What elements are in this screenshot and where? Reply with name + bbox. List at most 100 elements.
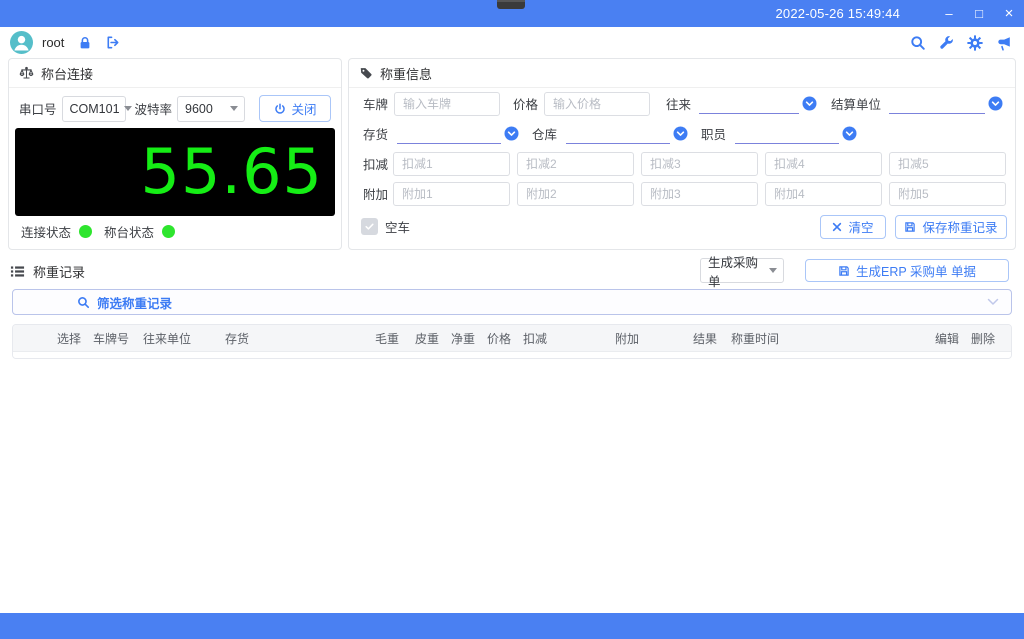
disconnect-button[interactable]: 关闭 bbox=[259, 95, 331, 122]
plate-label: 车牌 bbox=[363, 94, 388, 113]
username-label: root bbox=[42, 35, 64, 50]
addition-input-3[interactable] bbox=[641, 182, 758, 206]
serial-port-select[interactable]: COM101 bbox=[62, 96, 126, 122]
search-icon[interactable] bbox=[910, 35, 926, 51]
addition-label: 附加 bbox=[363, 184, 393, 203]
title-bar: 2022-05-26 15:49:44 – □ × bbox=[0, 0, 1024, 27]
checkmark-icon bbox=[364, 221, 375, 232]
filter-label: 筛选称重记录 bbox=[97, 293, 172, 312]
price-input[interactable] bbox=[544, 92, 650, 116]
contact-label: 往来 bbox=[666, 94, 691, 113]
wrench-icon[interactable] bbox=[939, 35, 954, 50]
clear-button-label: 清空 bbox=[848, 217, 873, 236]
close-button[interactable]: × bbox=[994, 0, 1024, 27]
user-toolbar: root bbox=[0, 27, 1024, 58]
records-table-header: 选择 车牌号 往来单位 存货 毛重 皮重 净重 价格 扣减 附加 结果 称重时间… bbox=[13, 325, 1011, 352]
save-button-label: 保存称重记录 bbox=[922, 217, 997, 236]
save-weigh-record-button[interactable]: 保存称重记录 bbox=[895, 215, 1007, 239]
chevron-down-circle-icon[interactable] bbox=[842, 126, 857, 141]
megaphone-icon[interactable] bbox=[996, 35, 1012, 51]
chevron-down-circle-icon[interactable] bbox=[988, 96, 1003, 111]
search-icon bbox=[77, 296, 90, 309]
tag-icon bbox=[359, 66, 373, 80]
order-type-value: 生成采购单 bbox=[708, 252, 765, 290]
save-icon bbox=[904, 221, 916, 233]
bottom-bar bbox=[0, 613, 1024, 639]
filter-bar[interactable]: 筛选称重记录 bbox=[12, 289, 1012, 315]
baud-rate-label: 波特率 bbox=[135, 99, 173, 118]
list-icon bbox=[10, 264, 25, 279]
addition-input-2[interactable] bbox=[517, 182, 634, 206]
generate-erp-order-button[interactable]: 生成ERP 采购单 单据 bbox=[805, 259, 1009, 282]
weight-display: 55.65 bbox=[15, 128, 335, 216]
scale-connection-panel: 称台连接 串口号 COM101 波特率 9600 关闭 55.65 bbox=[8, 58, 342, 250]
lock-icon[interactable] bbox=[78, 36, 92, 50]
records-table-body bbox=[13, 352, 1011, 358]
col-edit: 编辑 bbox=[935, 330, 971, 347]
inventory-field[interactable] bbox=[397, 123, 501, 144]
bottom-row: 空车 清空 保存称重记录 bbox=[349, 212, 1015, 241]
erp-button-label: 生成ERP 采购单 单据 bbox=[856, 261, 976, 280]
records-table: 选择 车牌号 往来单位 存货 毛重 皮重 净重 价格 扣减 附加 结果 称重时间… bbox=[12, 324, 1012, 359]
col-price: 价格 bbox=[487, 330, 523, 347]
serial-port-value: COM101 bbox=[70, 102, 120, 116]
warehouse-field[interactable] bbox=[566, 123, 670, 144]
col-result: 结果 bbox=[693, 330, 731, 347]
baud-rate-select[interactable]: 9600 bbox=[177, 96, 245, 122]
deduction-input-5[interactable] bbox=[889, 152, 1006, 176]
staff-field[interactable] bbox=[735, 123, 839, 144]
logout-icon[interactable] bbox=[105, 35, 120, 50]
addition-input-5[interactable] bbox=[889, 182, 1006, 206]
empty-truck-label: 空车 bbox=[385, 217, 410, 236]
col-delete: 删除 bbox=[971, 330, 1011, 347]
empty-truck-checkbox[interactable] bbox=[361, 218, 378, 235]
serial-port-label: 串口号 bbox=[19, 99, 57, 118]
deduction-label: 扣减 bbox=[363, 154, 393, 173]
gear-icon[interactable] bbox=[967, 35, 983, 51]
chevron-down-icon[interactable] bbox=[987, 298, 999, 306]
chevron-down-circle-icon[interactable] bbox=[802, 96, 817, 111]
col-net: 净重 bbox=[451, 330, 487, 347]
deduction-row: 扣减 bbox=[349, 149, 1015, 178]
power-icon bbox=[274, 103, 286, 115]
col-gross: 毛重 bbox=[375, 330, 415, 347]
col-contact: 往来单位 bbox=[143, 330, 225, 347]
chevron-down-circle-icon[interactable] bbox=[504, 126, 519, 141]
screen-notch bbox=[497, 0, 525, 9]
addition-input-4[interactable] bbox=[765, 182, 882, 206]
scale-connection-header: 称台连接 bbox=[9, 59, 341, 88]
addition-input-1[interactable] bbox=[393, 182, 510, 206]
minimize-button[interactable]: – bbox=[934, 0, 964, 27]
scale-status-dot bbox=[162, 225, 175, 238]
plate-input[interactable] bbox=[394, 92, 500, 116]
clear-button[interactable]: 清空 bbox=[820, 215, 886, 239]
settlement-label: 结算单位 bbox=[831, 94, 881, 113]
info-row-1: 车牌 价格 往来 结算单位 bbox=[349, 89, 1015, 118]
weigh-info-title: 称重信息 bbox=[380, 64, 432, 83]
order-type-select[interactable]: 生成采购单 bbox=[700, 258, 784, 283]
inventory-label: 存货 bbox=[363, 124, 388, 143]
contact-field[interactable] bbox=[699, 93, 799, 114]
col-select: 选择 bbox=[57, 330, 93, 347]
records-title: 称重记录 bbox=[33, 262, 85, 281]
balance-scale-icon bbox=[19, 66, 34, 81]
user-avatar-icon[interactable] bbox=[10, 31, 33, 54]
col-inventory: 存货 bbox=[225, 330, 375, 347]
deduction-input-2[interactable] bbox=[517, 152, 634, 176]
save-icon bbox=[838, 265, 850, 277]
deduction-input-1[interactable] bbox=[393, 152, 510, 176]
records-header: 称重记录 生成采购单 生成ERP 采购单 单据 bbox=[8, 257, 1016, 285]
weight-value: 55.65 bbox=[141, 141, 324, 203]
deduction-input-3[interactable] bbox=[641, 152, 758, 176]
caret-down-icon bbox=[769, 268, 777, 273]
settlement-field[interactable] bbox=[889, 93, 985, 114]
connection-status-dot bbox=[79, 225, 92, 238]
col-addition: 附加 bbox=[615, 330, 693, 347]
deduction-input-4[interactable] bbox=[765, 152, 882, 176]
caret-down-icon bbox=[230, 106, 238, 111]
scale-connection-title: 称台连接 bbox=[41, 64, 93, 83]
col-tare: 皮重 bbox=[415, 330, 451, 347]
chevron-down-circle-icon[interactable] bbox=[673, 126, 688, 141]
addition-row: 附加 bbox=[349, 179, 1015, 208]
maximize-button[interactable]: □ bbox=[964, 0, 994, 27]
